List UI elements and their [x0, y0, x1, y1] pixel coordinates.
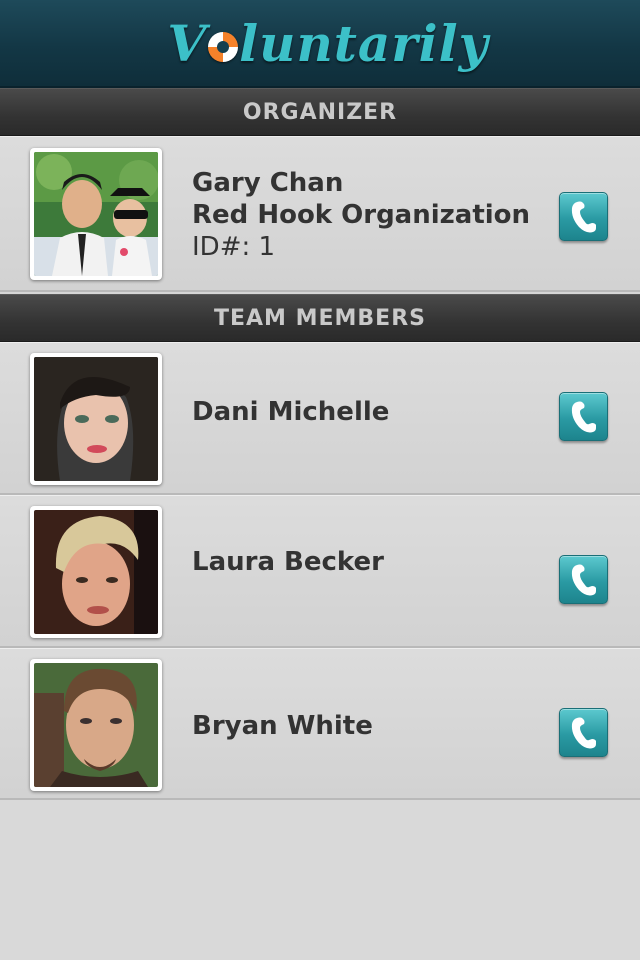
team-member-info: Bryan White: [192, 710, 373, 742]
app-header: V luntarily: [0, 0, 640, 88]
team-member-name: Laura Becker: [192, 547, 384, 577]
organizer-name: Gary Chan: [192, 168, 344, 198]
logo-text-start: V: [167, 13, 208, 73]
team-member-info: Dani Michelle: [192, 396, 389, 428]
list-item[interactable]: Dani Michelle: [0, 342, 640, 495]
call-team-member-button[interactable]: [559, 555, 608, 604]
list-item[interactable]: Laura Becker: [0, 495, 640, 648]
call-team-member-button[interactable]: [559, 392, 608, 441]
organizer-organization: Red Hook Organization: [192, 200, 531, 230]
organizer-header-label: ORGANIZER: [242, 99, 398, 125]
phone-icon: [571, 201, 596, 232]
phone-icon: [571, 717, 596, 748]
logo-text-end: luntarily: [239, 13, 489, 73]
avatar: [30, 506, 162, 638]
avatar: [30, 148, 162, 280]
organizer-id: ID#: 1: [192, 232, 276, 262]
team-member-name: Dani Michelle: [192, 397, 390, 427]
phone-icon: [571, 564, 596, 595]
avatar: [30, 353, 162, 485]
call-organizer-button[interactable]: [559, 192, 608, 241]
app-logo: V luntarily: [167, 14, 488, 73]
phone-icon: [571, 401, 596, 432]
team-members-section-header: TEAM MEMBERS: [0, 294, 640, 342]
organizer-section-header: ORGANIZER: [0, 88, 640, 136]
team-members-header-label: TEAM MEMBERS: [213, 305, 426, 331]
life-ring-icon: [208, 32, 239, 62]
avatar: [30, 659, 162, 791]
organizer-info: Gary Chan Red Hook Organization ID#: 1: [192, 167, 530, 263]
team-member-info: Laura Becker: [192, 546, 384, 578]
call-team-member-button[interactable]: [559, 708, 608, 757]
team-member-name: Bryan White: [192, 711, 373, 741]
empty-list-area: [0, 800, 640, 960]
organizer-row[interactable]: Gary Chan Red Hook Organization ID#: 1: [0, 136, 640, 292]
list-item[interactable]: Bryan White: [0, 648, 640, 800]
